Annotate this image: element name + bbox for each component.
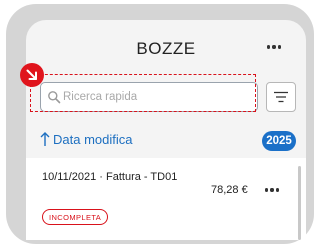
item-more-icon[interactable] [262,184,282,196]
list-item-amount: 78,28 € [211,184,248,196]
sort-label: Data modifica [53,131,133,147]
pointer-marker [20,63,44,87]
more-options-icon[interactable] [264,36,284,58]
search-input[interactable] [63,91,243,103]
year-badge[interactable]: 2025 [262,131,296,151]
arrow-up-icon [40,132,50,146]
sort-toggle[interactable]: Data modifica [40,131,132,147]
arrow-down-right-icon [26,69,37,80]
scrollbar[interactable] [298,166,301,240]
status-badge: INCOMPLETA [42,209,109,225]
filter-lines-icon [274,91,288,103]
list-item[interactable]: 10/11/2021 · Fattura - TD01 78,28 € INCO… [26,158,306,240]
phone-frame: BOZZE Data modifica 2025 [6,4,314,244]
filter-button[interactable] [266,82,296,112]
search-box[interactable] [40,82,258,112]
list-item-title: 10/11/2021 · Fattura - TD01 [42,171,178,183]
search-icon [48,91,61,104]
app-screen: BOZZE Data modifica 2025 [26,20,306,240]
